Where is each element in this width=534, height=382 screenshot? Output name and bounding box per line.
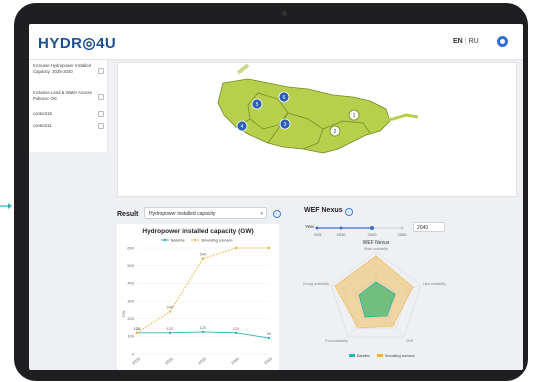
region-map[interactable]: 6 5 4 3 2 1 xyxy=(118,63,516,196)
radar-axis-label: Energy availability xyxy=(303,282,329,286)
sidebar-item-hydropower[interactable]: Increase Hydropower Installed Capacity: … xyxy=(33,63,93,75)
result-dropdown[interactable]: Hydropower installed capacity ▾ xyxy=(144,207,267,219)
series-line-scenario xyxy=(136,247,269,334)
sidebar-item-content18[interactable]: content18 xyxy=(33,111,93,117)
map-marker-6[interactable]: 6 xyxy=(278,91,290,103)
copy-icon[interactable] xyxy=(98,94,104,100)
top-bar: HYDR◎4U EN | RU xyxy=(29,24,523,60)
y-tick-label: 100 xyxy=(127,334,134,339)
copy-icon[interactable] xyxy=(98,111,104,117)
sidebar-item-content11[interactable]: content11 xyxy=(33,123,93,129)
capacity-chart-card: Hydropower installed capacity (GW) Basel… xyxy=(117,224,279,370)
arrow-pointer-icon xyxy=(0,203,12,209)
legend-baseline: Baseline xyxy=(171,239,185,243)
data-point xyxy=(267,246,271,250)
radar-axis-label: GHG xyxy=(406,339,414,343)
radar-axis-label: Food availability xyxy=(325,339,348,343)
x-tick-label: 2040 xyxy=(230,356,241,366)
svg-text:6: 6 xyxy=(283,95,286,101)
map-marker-1[interactable]: 1 xyxy=(348,109,360,121)
data-label: 120 xyxy=(134,326,141,331)
map-marker-4[interactable]: 4 xyxy=(236,120,248,132)
wef-radar-chart: WEF Nexus Water availability Land availa… xyxy=(303,240,446,358)
data-label: 120 xyxy=(167,326,174,331)
year-slider-handle[interactable] xyxy=(370,226,374,230)
y-tick-label: 300 xyxy=(127,298,134,303)
data-point xyxy=(201,257,205,260)
data-label: 240 xyxy=(167,305,174,310)
app-screen: HYDR◎4U EN | RU Increase Hydropower Instal… xyxy=(29,24,523,370)
chart-legend: Baseline Simulating scenario xyxy=(161,239,232,243)
chart-title: Hydropower installed capacity (GW) xyxy=(142,228,253,235)
wef-title: WEF Nexus xyxy=(304,207,343,214)
radar-title: WEF Nexus xyxy=(363,240,390,246)
app-logo[interactable]: HYDR◎4U xyxy=(38,34,116,52)
x-tick-label: 2045 xyxy=(263,356,274,366)
year-input[interactable]: 2040 xyxy=(413,222,445,232)
x-tick-label: 2025 xyxy=(131,356,142,366)
svg-text:3: 3 xyxy=(284,122,287,128)
copy-icon[interactable] xyxy=(98,68,104,74)
map-marker-5[interactable]: 5 xyxy=(251,98,263,110)
data-point xyxy=(234,331,238,334)
data-label: 120 xyxy=(233,326,240,331)
svg-text:2: 2 xyxy=(334,129,337,135)
capacity-line-chart: Hydropower installed capacity (GW) Basel… xyxy=(121,228,274,366)
x-tick-label: 2035 xyxy=(197,356,208,366)
result-label: Result xyxy=(117,211,139,218)
year-label: Year xyxy=(305,224,315,229)
y-tick-label: 200 xyxy=(127,316,134,321)
info-icon[interactable]: i xyxy=(273,210,281,218)
camera-dot xyxy=(282,11,287,16)
lang-en[interactable]: EN xyxy=(453,38,463,45)
y-tick-label: 600 xyxy=(127,245,134,250)
svg-text:5: 5 xyxy=(256,102,259,108)
data-label: 90 xyxy=(267,331,272,336)
lang-ru[interactable]: RU xyxy=(469,38,479,45)
y-tick-label: 500 xyxy=(127,263,134,268)
map-marker-3[interactable]: 3 xyxy=(279,118,291,130)
data-point xyxy=(234,246,238,250)
radar-legend-baseline: Baseline xyxy=(357,354,370,358)
radar-axis-label: Land availability xyxy=(423,282,446,286)
result-selected-value: Hydropower installed capacity xyxy=(149,211,216,217)
y-axis-label: GW xyxy=(121,310,126,317)
data-point xyxy=(168,331,172,334)
scenario-sidebar: Increase Hydropower Installed Capacity: … xyxy=(29,60,108,152)
map-marker-2[interactable]: 2 xyxy=(329,125,341,137)
radar-axis-label: Water availability xyxy=(364,247,388,251)
svg-text:1: 1 xyxy=(353,113,356,119)
radar-legend-scenario: Simulating scenario xyxy=(385,354,415,358)
x-tick-label: 2030 xyxy=(164,356,175,366)
user-avatar-icon[interactable] xyxy=(497,36,508,47)
wef-info-icon[interactable]: i xyxy=(345,208,353,216)
y-tick-label: 400 xyxy=(127,281,134,286)
y-tick-label: 0 xyxy=(132,351,135,356)
map-panel[interactable]: 6 5 4 3 2 1 xyxy=(117,62,517,197)
data-point xyxy=(168,310,172,313)
data-label: 540 xyxy=(200,252,207,257)
data-point xyxy=(201,330,205,334)
svg-text:4: 4 xyxy=(241,124,244,130)
copy-icon[interactable] xyxy=(98,123,104,129)
sidebar-item-land-water[interactable]: Inclusive Land & Water Access Policies: … xyxy=(33,90,93,102)
language-switcher[interactable]: EN | RU xyxy=(453,38,479,45)
data-label: 120 xyxy=(200,325,207,330)
chevron-down-icon: ▾ xyxy=(260,211,263,217)
data-point xyxy=(267,336,271,340)
legend-scenario: Simulating scenario xyxy=(201,239,232,243)
data-point xyxy=(135,331,139,334)
